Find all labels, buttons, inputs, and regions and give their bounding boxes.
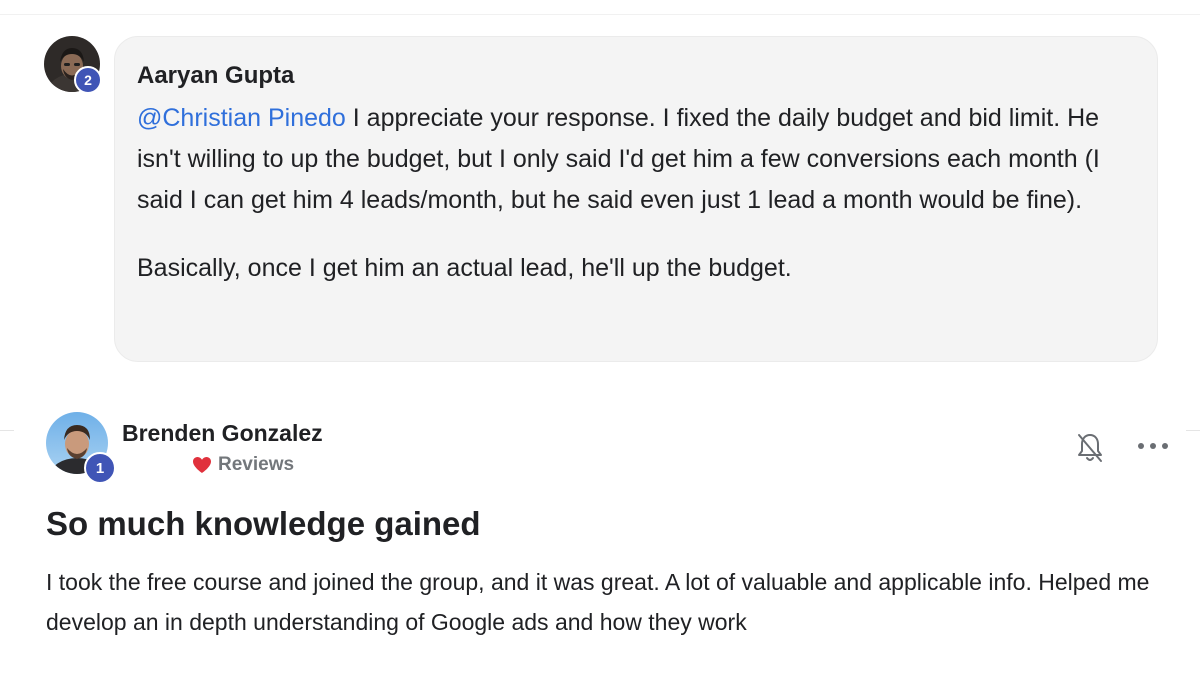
red-heart-icon	[193, 457, 211, 473]
comment-paragraph: Basically, once I get him an actual lead…	[137, 254, 792, 282]
level-badge: 1	[84, 452, 116, 484]
post-title[interactable]: So much knowledge gained	[46, 504, 481, 544]
mention-link[interactable]: @Christian Pinedo	[137, 104, 346, 132]
comment-paragraph: @Christian Pinedo I appreciate your resp…	[137, 98, 1135, 221]
post-category[interactable]: Reviews	[192, 454, 294, 476]
divider	[0, 14, 1200, 15]
level-badge: 2	[74, 66, 102, 94]
bell-off-icon[interactable]	[1076, 432, 1104, 464]
more-horizontal-icon[interactable]	[1138, 436, 1168, 456]
feed-page: 2 Aaryan Gupta @Christian Pinedo I appre…	[0, 0, 1200, 677]
category-label: Reviews	[218, 454, 295, 475]
post-body: I took the free course and joined the gr…	[46, 569, 1150, 635]
comment-author[interactable]: Aaryan Gupta	[137, 60, 1135, 92]
post-author[interactable]: Brenden Gonzalez	[122, 418, 323, 448]
comment-bubble: Aaryan Gupta @Christian Pinedo I appreci…	[114, 36, 1158, 362]
divider	[1186, 430, 1200, 431]
divider	[0, 430, 14, 431]
